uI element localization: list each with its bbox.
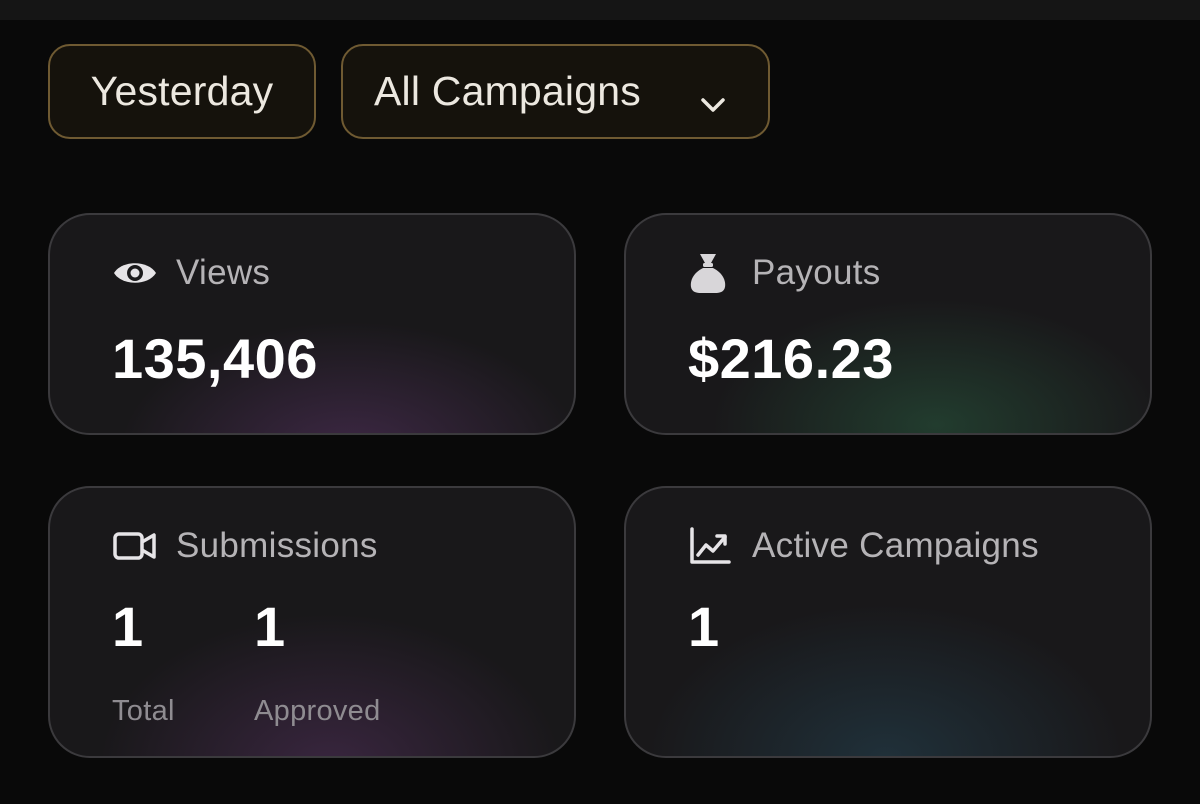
views-title: Views (176, 253, 271, 292)
submissions-approved: 1 Approved (254, 599, 381, 728)
submissions-approved-value: 1 (254, 595, 286, 658)
date-filter-label: Yesterday (90, 68, 274, 114)
submissions-title: Submissions (176, 526, 378, 565)
campaign-select-label: All Campaigns (374, 68, 641, 114)
submissions-total-value: 1 (112, 595, 144, 658)
active-campaigns-title: Active Campaigns (752, 526, 1039, 565)
payouts-value: $216.23 (688, 327, 894, 390)
eye-icon (112, 250, 158, 296)
date-filter-button[interactable]: Yesterday (48, 44, 316, 139)
submissions-total-label: Total (112, 695, 175, 727)
active-campaigns-value: 1 (688, 595, 720, 658)
submissions-total: 1 Total (112, 599, 175, 728)
chevron-down-icon (698, 80, 728, 112)
campaign-select-dropdown[interactable]: All Campaigns (341, 44, 770, 139)
payouts-title: Payouts (752, 253, 881, 292)
video-camera-icon (112, 523, 158, 569)
payouts-card[interactable]: Payouts $216.23 (624, 213, 1152, 435)
active-campaigns-card[interactable]: Active Campaigns 1 (624, 486, 1152, 758)
views-value: 135,406 (112, 327, 318, 390)
top-bar (0, 0, 1200, 20)
submissions-card[interactable]: Submissions 1 Total 1 Approved (48, 486, 576, 758)
views-card[interactable]: Views 135,406 (48, 213, 576, 435)
trending-chart-icon (688, 523, 734, 569)
submissions-approved-label: Approved (254, 695, 381, 727)
money-bag-icon (688, 250, 734, 296)
